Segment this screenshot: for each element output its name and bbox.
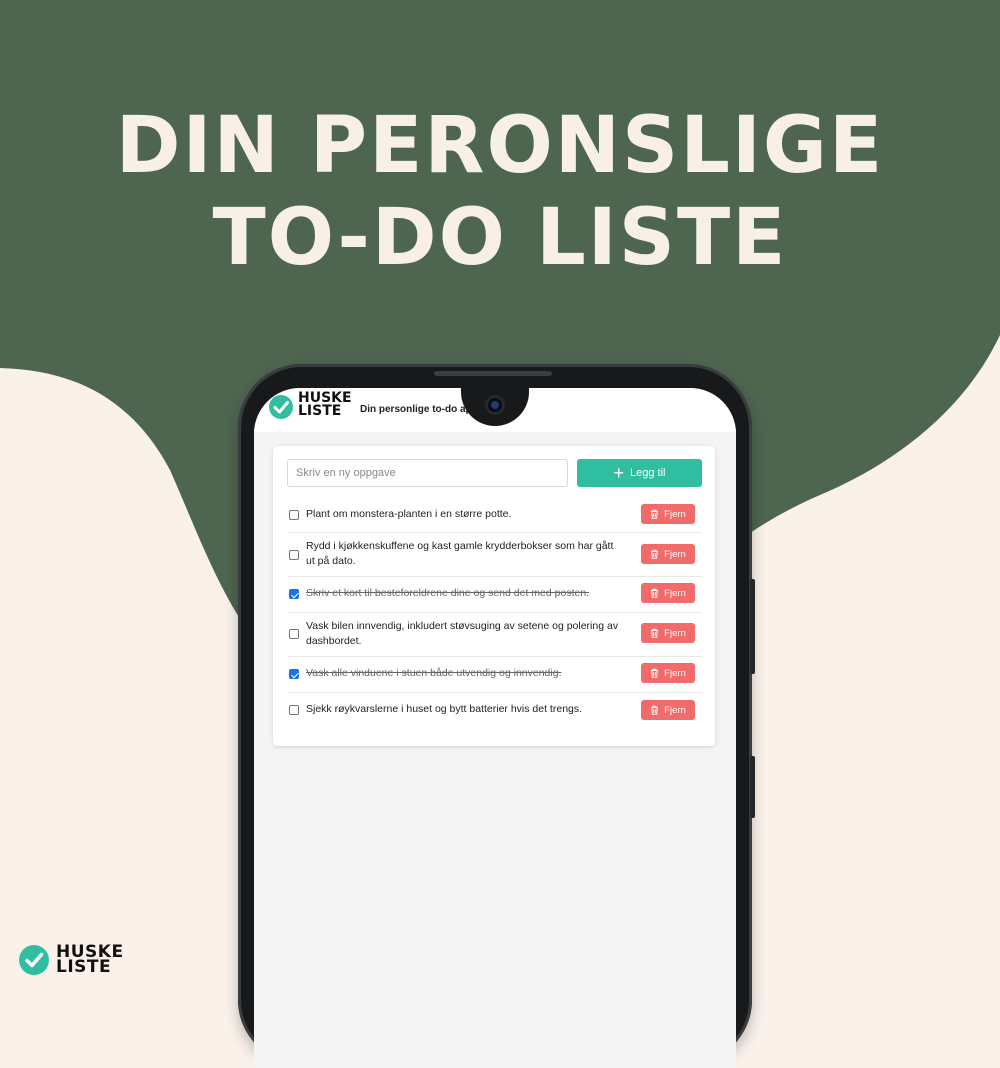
- task-text: Skriv et kort til besteforeldrene dine o…: [306, 587, 590, 599]
- trash-icon: [650, 628, 659, 638]
- trash-icon: [650, 705, 659, 715]
- task-item: Vask alle vinduene i stuen både utvendig…: [287, 656, 702, 693]
- new-task-input[interactable]: [287, 459, 568, 487]
- headline-line-2: TO-DO LISTE: [212, 193, 788, 283]
- trash-icon: [650, 549, 659, 559]
- plus-icon: +: [613, 463, 625, 483]
- add-task-label: Legg til: [630, 467, 666, 479]
- delete-task-button[interactable]: Fjern: [641, 623, 695, 643]
- task-checkbox[interactable]: [289, 510, 299, 520]
- delete-task-button[interactable]: Fjern: [641, 583, 695, 603]
- task-text: Plant om monstera-planten i en større po…: [306, 508, 512, 520]
- phone-side-button-bottom: [750, 756, 755, 818]
- task-item: Skriv et kort til besteforeldrene dine o…: [287, 576, 702, 613]
- check-circle-icon: [19, 945, 49, 975]
- trash-icon: [650, 668, 659, 678]
- delete-label: Fjern: [664, 627, 686, 639]
- phone-mockup: HUSKE LISTE Din personlige to-do ap + Le…: [238, 364, 755, 1068]
- task-checkbox[interactable]: [289, 705, 299, 715]
- delete-task-button[interactable]: Fjern: [641, 700, 695, 720]
- add-task-button[interactable]: + Legg til: [577, 459, 702, 487]
- task-item: Plant om monstera-planten i en større po…: [287, 496, 702, 533]
- app-brand-line-2: LISTE: [298, 403, 342, 419]
- task-item: Vask bilen innvendig, inkludert støvsugi…: [287, 612, 702, 657]
- task-text: Sjekk røykvarslerne i huset og bytt batt…: [306, 703, 583, 715]
- task-item: Rydd i kjøkkenskuffene og kast gamle kry…: [287, 532, 702, 577]
- task-item: Sjekk røykvarslerne i huset og bytt batt…: [287, 692, 702, 728]
- task-text: Rydd i kjøkkenskuffene og kast gamle kry…: [306, 540, 614, 567]
- phone-speaker: [434, 371, 552, 376]
- trash-icon: [650, 588, 659, 598]
- app-subtitle: Din personlige to-do ap: [360, 404, 472, 415]
- footer-brand: HUSKE LISTE: [56, 944, 124, 977]
- front-camera: [485, 395, 505, 415]
- todo-card: + Legg til Plant om monstera-planten i e…: [273, 446, 715, 746]
- phone-side-button-top: [750, 579, 755, 674]
- task-checkbox[interactable]: [289, 629, 299, 639]
- task-checkbox[interactable]: [289, 550, 299, 560]
- app-brand: HUSKE LISTE: [298, 391, 352, 419]
- task-checkbox[interactable]: [289, 589, 299, 599]
- phone-screen: HUSKE LISTE Din personlige to-do ap + Le…: [254, 388, 736, 1068]
- delete-task-button[interactable]: Fjern: [641, 544, 695, 564]
- delete-label: Fjern: [664, 704, 686, 716]
- delete-label: Fjern: [664, 587, 686, 599]
- delete-task-button[interactable]: Fjern: [641, 663, 695, 683]
- headline-line-1: DIN PERONSLIGE: [115, 101, 885, 191]
- trash-icon: [650, 509, 659, 519]
- delete-label: Fjern: [664, 667, 686, 679]
- delete-task-button[interactable]: Fjern: [641, 504, 695, 524]
- delete-label: Fjern: [664, 508, 686, 520]
- delete-label: Fjern: [664, 548, 686, 560]
- task-text: Vask bilen innvendig, inkludert støvsugi…: [306, 620, 619, 647]
- footer-brand-line-2: LISTE: [56, 957, 112, 977]
- task-checkbox[interactable]: [289, 669, 299, 679]
- task-text: Vask alle vinduene i stuen både utvendig…: [306, 667, 562, 679]
- headline: DIN PERONSLIGE TO-DO LISTE: [0, 100, 1000, 284]
- check-circle-icon: [269, 395, 293, 419]
